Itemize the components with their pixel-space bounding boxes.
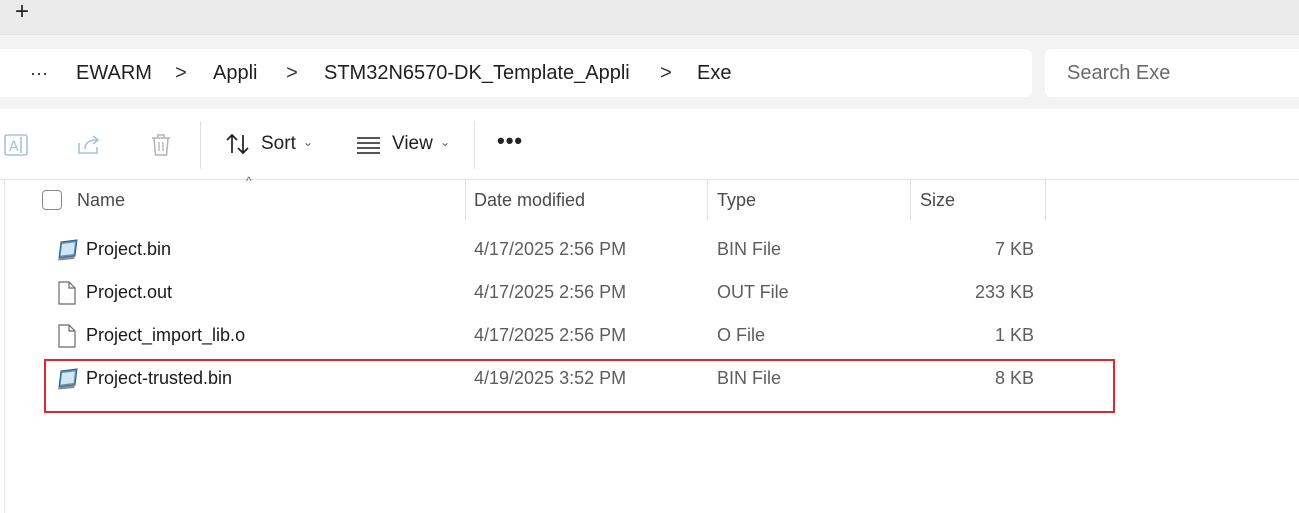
view-button[interactable]: View ⌄ [355,125,455,165]
share-icon[interactable] [75,131,103,159]
breadcrumb-item-exe[interactable]: Exe [697,49,731,97]
column-divider[interactable] [1045,180,1046,220]
sort-button[interactable]: Sort ⌄ [224,125,324,165]
file-size: 7 KB [994,239,1034,259]
column-type[interactable]: Type [717,180,756,220]
file-date: 4/17/2025 2:56 PM [474,282,627,302]
file-date: 4/17/2025 2:56 PM [474,325,627,345]
search-box[interactable]: Search Exe [1045,49,1299,97]
breadcrumb-item-appli[interactable]: Appli [213,49,257,97]
svg-text:A: A [9,139,19,155]
highlight-box [44,359,1115,413]
column-divider[interactable] [465,180,466,220]
file-type: BIN File [717,239,782,259]
file-row[interactable]: Project_import_lib.o 4/17/2025 2:56 PM O… [0,314,1299,357]
more-options-button[interactable]: ••• [497,130,527,159]
file-size: 1 KB [994,325,1034,345]
chevron-down-icon: ⌄ [440,135,451,149]
chevron-right-icon[interactable]: > [659,49,673,97]
generic-file-icon [56,281,78,305]
breadcrumb[interactable]: ··· EWARM > Appli > STM32N6570-DK_Templa… [0,49,1032,97]
column-name[interactable]: Name [77,180,125,220]
rename-icon[interactable]: A [3,131,31,159]
chevron-right-icon[interactable]: > [174,49,188,97]
view-icon [355,133,383,162]
sort-label: Sort [261,133,296,154]
new-tab-button[interactable]: + [10,0,34,26]
column-header: ^ Name Date modified Type Size [0,174,1299,220]
file-row[interactable]: Project.out 4/17/2025 2:56 PM OUT File 2… [0,271,1299,314]
toolbar-separator [200,121,201,169]
chevron-right-icon[interactable]: > [285,49,299,97]
address-bar-area: ··· EWARM > Appli > STM32N6570-DK_Templa… [0,34,1299,110]
breadcrumb-item-template-appli[interactable]: STM32N6570-DK_Template_Appli [324,49,630,97]
file-name: Project.out [86,282,173,302]
column-date-modified[interactable]: Date modified [474,180,585,220]
file-row[interactable]: Project.bin 4/17/2025 2:56 PM BIN File 7… [0,228,1299,271]
toolbar-separator [474,121,475,169]
delete-icon[interactable] [147,131,175,159]
breadcrumb-item-ewarm[interactable]: EWARM [76,49,152,97]
view-label: View [392,133,433,154]
file-name: Project.bin [86,239,172,259]
select-all-checkbox[interactable] [42,190,62,210]
file-type: O File [717,325,766,345]
column-divider[interactable] [707,180,708,220]
file-type: OUT File [717,282,789,302]
column-size[interactable]: Size [920,180,955,220]
file-size: 233 KB [974,282,1034,302]
chevron-down-icon: ⌄ [303,135,314,149]
command-bar: A Sort ⌄ View ⌄ ••• [0,109,1299,180]
tab-bar: + [0,0,1299,34]
generic-file-icon [56,324,78,348]
file-date: 4/17/2025 2:56 PM [474,239,627,259]
column-divider[interactable] [910,180,911,220]
sort-ascending-icon: ^ [246,174,252,188]
file-name: Project_import_lib.o [86,325,246,345]
search-input[interactable]: Search Exe [1067,49,1170,97]
bin-file-icon [56,238,78,262]
sort-icon [224,131,252,162]
breadcrumb-overflow-button[interactable]: ··· [30,49,48,97]
